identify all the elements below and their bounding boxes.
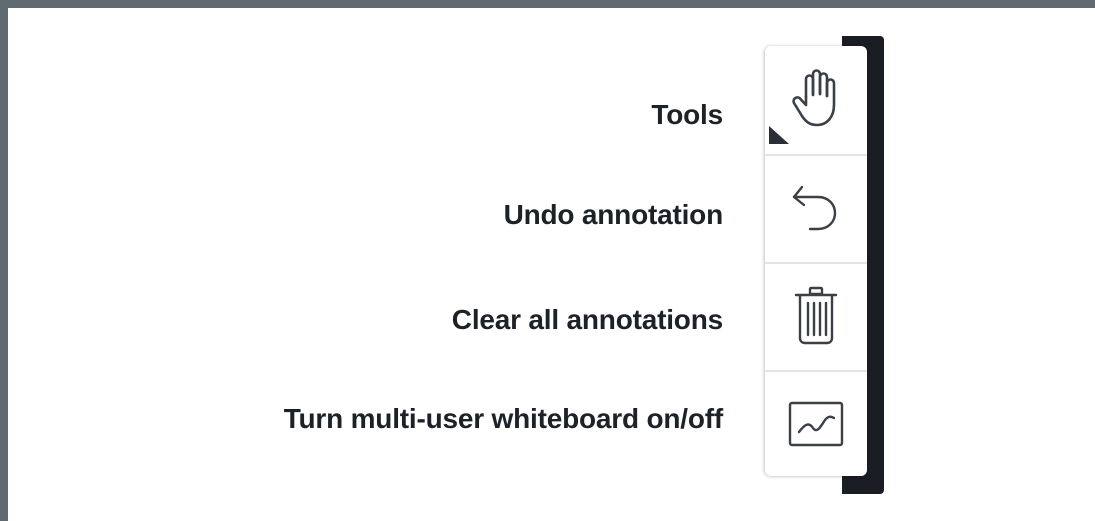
tools-label: Tools <box>651 99 723 130</box>
clear-all-annotations-button[interactable] <box>765 264 867 368</box>
whiteboard-toggle-label: Turn multi-user whiteboard on/off <box>283 403 723 434</box>
annotation-toolbar <box>765 46 867 476</box>
screenshot-frame <box>0 0 1095 521</box>
undo-annotation-button[interactable] <box>765 156 867 260</box>
undo-annotation-label: Undo annotation <box>503 199 724 230</box>
whiteboard-toggle-button[interactable] <box>765 372 867 476</box>
whiteboard-icon <box>785 398 847 450</box>
tools-button[interactable] <box>765 46 867 150</box>
clear-all-annotations-label: Clear all annotations <box>451 304 723 335</box>
submenu-indicator-icon <box>769 126 789 144</box>
hand-icon <box>786 67 846 129</box>
trash-icon <box>786 284 846 348</box>
undo-icon <box>786 178 846 238</box>
